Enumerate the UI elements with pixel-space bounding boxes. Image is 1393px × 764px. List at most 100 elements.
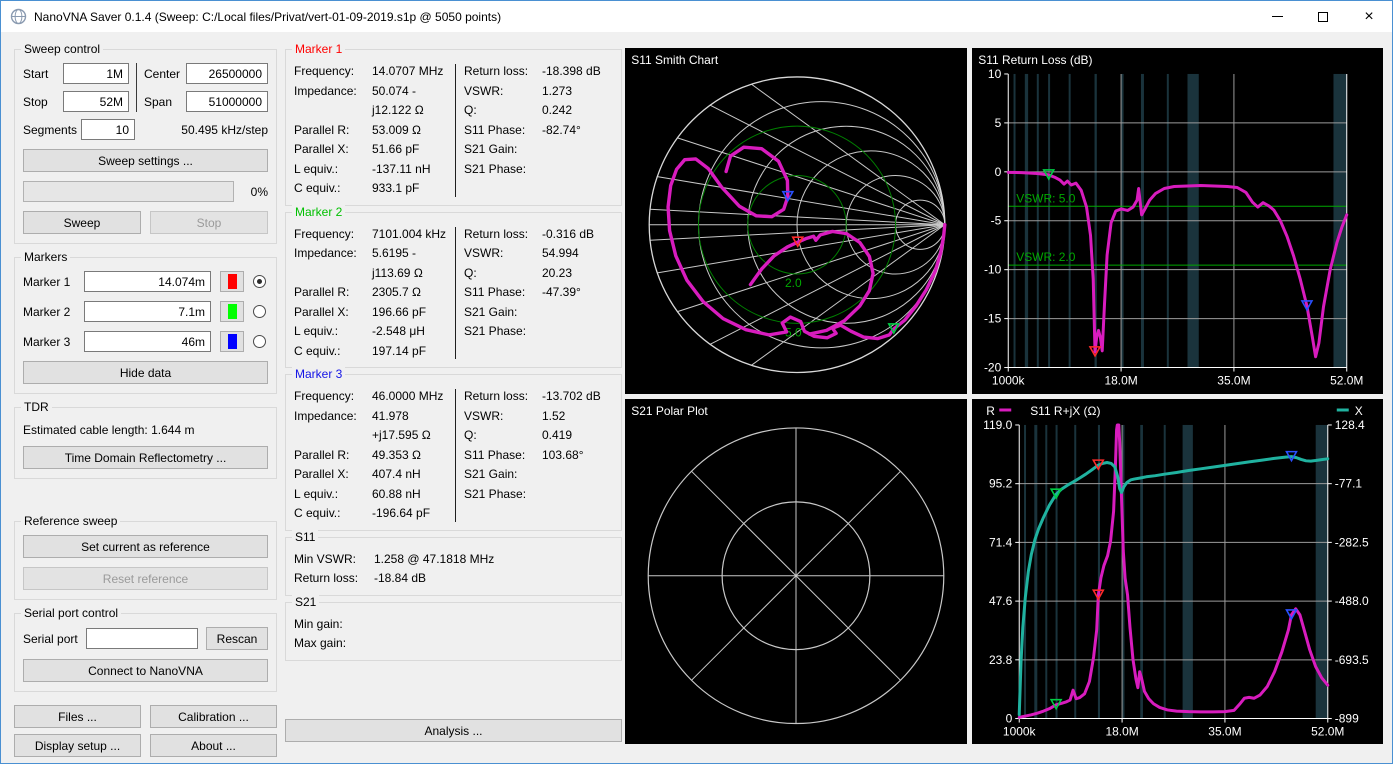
segments-label: Segments	[23, 123, 81, 137]
marker-2-color-swatch[interactable]	[220, 301, 244, 322]
segments-input[interactable]	[81, 119, 135, 140]
field-label: C equiv.:	[294, 504, 372, 524]
display-setup-button[interactable]: Display setup ...	[14, 734, 141, 757]
marker-1-color-swatch[interactable]	[220, 271, 244, 292]
marker-details-title: Marker 2	[292, 205, 345, 219]
set-reference-button[interactable]: Set current as reference	[23, 535, 268, 558]
close-button[interactable]: ×	[1346, 1, 1392, 32]
max-gain-value	[374, 634, 617, 654]
field-row: Parallel X:51.66 pF	[294, 140, 447, 160]
marker-1-label: Marker 1	[23, 275, 75, 289]
serial-port-title: Serial port control	[21, 606, 121, 620]
field-value	[542, 322, 617, 342]
svg-text:5: 5	[995, 116, 1002, 130]
serial-port-group: Serial port control Serial port Rescan C…	[14, 613, 277, 692]
footer-buttons: Files ... Calibration ... Display setup …	[14, 705, 277, 757]
field-value: 933.1 pF	[372, 179, 447, 199]
field-label: VSWR:	[464, 244, 542, 264]
field-label: Parallel R:	[294, 121, 372, 141]
minimize-button[interactable]	[1254, 1, 1300, 32]
field-value: 196.66 pF	[372, 303, 447, 323]
markers-group: Markers Marker 1Marker 2Marker 3 Hide da…	[14, 257, 277, 394]
field-row: C equiv.:197.14 pF	[294, 342, 447, 362]
about-button[interactable]: About ...	[150, 734, 277, 757]
s11-rjx-chart[interactable]: 119.095.271.447.623.80128.4-77.1-282.5-4…	[972, 399, 1383, 745]
s11-smith-chart[interactable]: 2.05.0S11 Smith Chart	[625, 48, 967, 394]
field-label: L equiv.:	[294, 160, 372, 180]
files-button[interactable]: Files ...	[14, 705, 141, 728]
field-row: Parallel X:407.4 nH	[294, 465, 447, 485]
stop-input[interactable]	[63, 91, 129, 112]
field-value	[542, 140, 617, 160]
marker-3-frequency-input[interactable]	[84, 331, 211, 352]
field-value: 0.242	[542, 101, 617, 121]
marker-2-frequency-input[interactable]	[84, 301, 211, 322]
field-label: VSWR:	[464, 82, 542, 102]
field-value: -82.74°	[542, 121, 617, 141]
s11-return-loss-chart[interactable]: VSWR: 5.0VSWR: 2.01050-5-10-15-201000k18…	[972, 48, 1383, 394]
color-fill	[228, 304, 237, 319]
field-value: -0.316 dB	[542, 225, 617, 245]
charts-area: 2.05.0S11 Smith Chart VSWR: 5.0VSWR: 2.0…	[625, 48, 1383, 744]
field-row: S21 Phase:	[464, 160, 617, 180]
rescan-button[interactable]: Rescan	[206, 627, 268, 650]
s11-info-section: S11 Min VSWR: 1.258 @ 47.1818 MHz Return…	[285, 537, 622, 596]
sweep-frequency-grid: Start Center Stop Span	[23, 63, 268, 112]
field-row: Impedance:50.074 -j12.122 Ω	[294, 82, 447, 121]
field-value: 7101.004 kHz	[372, 225, 447, 245]
title-bar: NanoVNA Saver 0.1.4 (Sweep: C:/Local fil…	[1, 1, 1392, 32]
serial-port-input[interactable]	[86, 628, 198, 649]
field-label: S21 Phase:	[464, 160, 542, 180]
field-label: Parallel X:	[294, 303, 372, 323]
field-row: L equiv.:-137.11 nH	[294, 160, 447, 180]
calibration-button[interactable]: Calibration ...	[150, 705, 277, 728]
s21-info-title: S21	[292, 595, 319, 609]
field-row: S21 Gain:	[464, 140, 617, 160]
field-label: C equiv.:	[294, 342, 372, 362]
maximize-button[interactable]	[1300, 1, 1346, 32]
field-label: Return loss:	[464, 387, 542, 407]
marker-3-color-swatch[interactable]	[220, 331, 244, 352]
s11-info-title: S11	[292, 530, 318, 544]
serial-port-label: Serial port	[23, 632, 78, 646]
min-vswr-label: Min VSWR:	[294, 550, 374, 570]
field-label: L equiv.:	[294, 485, 372, 505]
marker-1-frequency-input[interactable]	[84, 271, 211, 292]
marker-1-details-section: Marker 1Frequency:14.0707 MHzImpedance:5…	[285, 49, 622, 206]
sweep-button[interactable]: Sweep	[23, 211, 141, 234]
svg-text:S11 Return Loss (dB): S11 Return Loss (dB)	[978, 53, 1092, 67]
field-value: 1.273	[542, 82, 617, 102]
svg-text:-693.5: -693.5	[1335, 652, 1369, 666]
svg-text:35.0M: 35.0M	[1208, 724, 1241, 738]
marker-2-radio[interactable]	[253, 305, 266, 318]
marker-1-radio[interactable]	[253, 275, 266, 288]
marker-2-details-section: Marker 2Frequency:7101.004 kHzImpedance:…	[285, 212, 622, 369]
reference-sweep-group: Reference sweep Set current as reference…	[14, 521, 277, 600]
analysis-button[interactable]: Analysis ...	[285, 719, 622, 742]
span-input[interactable]	[186, 91, 268, 112]
field-label: Impedance:	[294, 244, 372, 283]
s21-polar-plot[interactable]: S21 Polar Plot	[625, 399, 967, 745]
reset-reference-button[interactable]: Reset reference	[23, 567, 268, 590]
svg-text:R: R	[986, 403, 995, 417]
field-label: Frequency:	[294, 387, 372, 407]
field-row: S21 Phase:	[464, 485, 617, 505]
sweep-settings-button[interactable]: Sweep settings ...	[23, 149, 268, 172]
svg-text:35.0M: 35.0M	[1217, 374, 1250, 388]
sweep-progress-row: 0%	[23, 181, 268, 202]
svg-text:-282.5: -282.5	[1335, 535, 1369, 549]
svg-text:-10: -10	[984, 263, 1002, 277]
center-input[interactable]	[186, 63, 268, 84]
field-label: S21 Gain:	[464, 465, 542, 485]
hide-data-button[interactable]: Hide data	[23, 361, 268, 384]
tdr-button[interactable]: Time Domain Reflectometry ...	[23, 446, 268, 469]
marker-row-1: Marker 1	[23, 271, 268, 292]
marker-3-radio[interactable]	[253, 335, 266, 348]
field-row: S21 Phase:	[464, 322, 617, 342]
connect-button[interactable]: Connect to NanoVNA	[23, 659, 268, 682]
field-value: 14.0707 MHz	[372, 62, 447, 82]
segments-row: Segments 50.495 kHz/step	[23, 119, 268, 140]
stop-button[interactable]: Stop	[150, 211, 268, 234]
field-value: -196.64 pF	[372, 504, 447, 524]
start-input[interactable]	[63, 63, 129, 84]
